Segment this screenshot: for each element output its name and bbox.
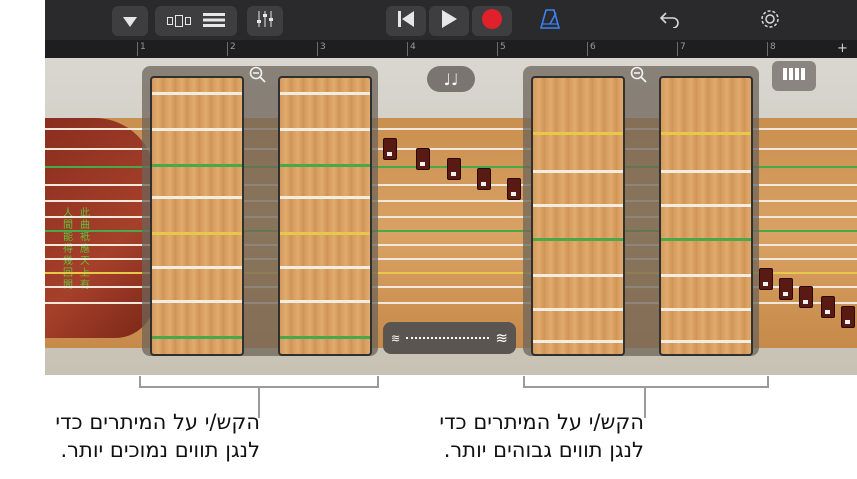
record-icon [482, 9, 502, 33]
undo-button[interactable] [652, 6, 688, 36]
settings-gear-icon [759, 8, 781, 34]
settings-button[interactable] [752, 6, 788, 36]
go-to-start-icon [398, 11, 414, 31]
right-bracket [523, 376, 769, 388]
undo-icon [659, 10, 680, 32]
low-strings-callout: הקש/י על המיתרים כדי לנגן תווים נמוכים י… [6, 408, 260, 464]
zoom-out-icon[interactable] [630, 66, 648, 84]
high-strings-right[interactable] [659, 76, 753, 356]
go-to-start-button[interactable] [386, 6, 426, 36]
view-toggle-group [155, 6, 237, 36]
string-bridge [507, 178, 521, 200]
ruler-mark: 5 [497, 42, 506, 56]
ruler-mark: 6 [587, 42, 596, 56]
browser-button[interactable] [112, 6, 148, 36]
timeline-ruler[interactable]: 1 2 3 4 5 6 7 8 + [45, 40, 857, 58]
scale-layout-button[interactable] [772, 61, 816, 91]
add-section-button[interactable]: + [837, 41, 848, 56]
glide-low-icon: ≋ [391, 331, 401, 345]
high-strings-left[interactable] [531, 76, 625, 356]
notes-label: ♩♩ [443, 69, 459, 89]
string-bridge [416, 148, 430, 170]
tracks-view-icon[interactable] [167, 12, 191, 31]
low-strings-left[interactable] [150, 76, 244, 356]
glide-dots [406, 337, 490, 339]
low-strings-panel [142, 66, 378, 356]
string-bridge [383, 138, 397, 160]
dropdown-triangle-icon [123, 12, 137, 31]
high-strings-callout: הקש/י על המיתרים כדי לנגן תווים גבוהים י… [390, 408, 644, 464]
poem-text: 人間能得幾回聞 [63, 208, 73, 291]
metronome-button[interactable] [532, 6, 568, 36]
string-bridge [799, 286, 813, 308]
notes-mode-button[interactable]: ♩♩ [427, 66, 475, 92]
play-icon [441, 10, 457, 32]
ruler-mark: 2 [227, 42, 236, 56]
right-bracket-stem [644, 386, 646, 418]
callout-line: הקש/י על המיתרים כדי [439, 410, 644, 434]
callout-line: לנגן תווים נמוכים יותר. [60, 438, 261, 462]
callout-line: לנגן תווים גבוהים יותר. [443, 438, 644, 462]
guzheng-headboard [45, 118, 155, 338]
callout-line: הקש/י על המיתרים כדי [55, 410, 260, 434]
metronome-icon [539, 9, 561, 33]
mixer-sliders-icon [256, 10, 274, 32]
keys-grid-icon [783, 68, 805, 84]
string-bridge [447, 158, 461, 180]
glide-high-icon: ≋ [495, 329, 508, 347]
record-button[interactable] [472, 6, 512, 36]
ruler-mark: 8 [767, 42, 776, 56]
high-strings-panel [523, 66, 759, 356]
list-view-icon[interactable] [203, 12, 225, 31]
string-bridge [841, 306, 855, 328]
ruler-mark: 4 [407, 42, 416, 56]
ruler-mark: 3 [317, 42, 326, 56]
string-bridge [779, 278, 793, 300]
low-strings-right[interactable] [278, 76, 372, 356]
string-bridge [821, 296, 835, 318]
string-bridge [759, 268, 773, 290]
play-button[interactable] [429, 6, 469, 36]
control-bar [45, 0, 857, 40]
poem-text: 此曲衹應天上有 [80, 208, 90, 291]
string-bridge [477, 168, 491, 190]
glide-control[interactable]: ≋ ≋ [383, 322, 516, 354]
ruler-mark: 7 [677, 42, 686, 56]
garageband-window: 1 2 3 4 5 6 7 8 + 人間能得幾回聞 此曲衹應天上有 [45, 0, 857, 375]
zoom-out-icon[interactable] [249, 66, 267, 84]
ruler-mark: 1 [137, 42, 146, 56]
mixer-button[interactable] [247, 6, 283, 36]
